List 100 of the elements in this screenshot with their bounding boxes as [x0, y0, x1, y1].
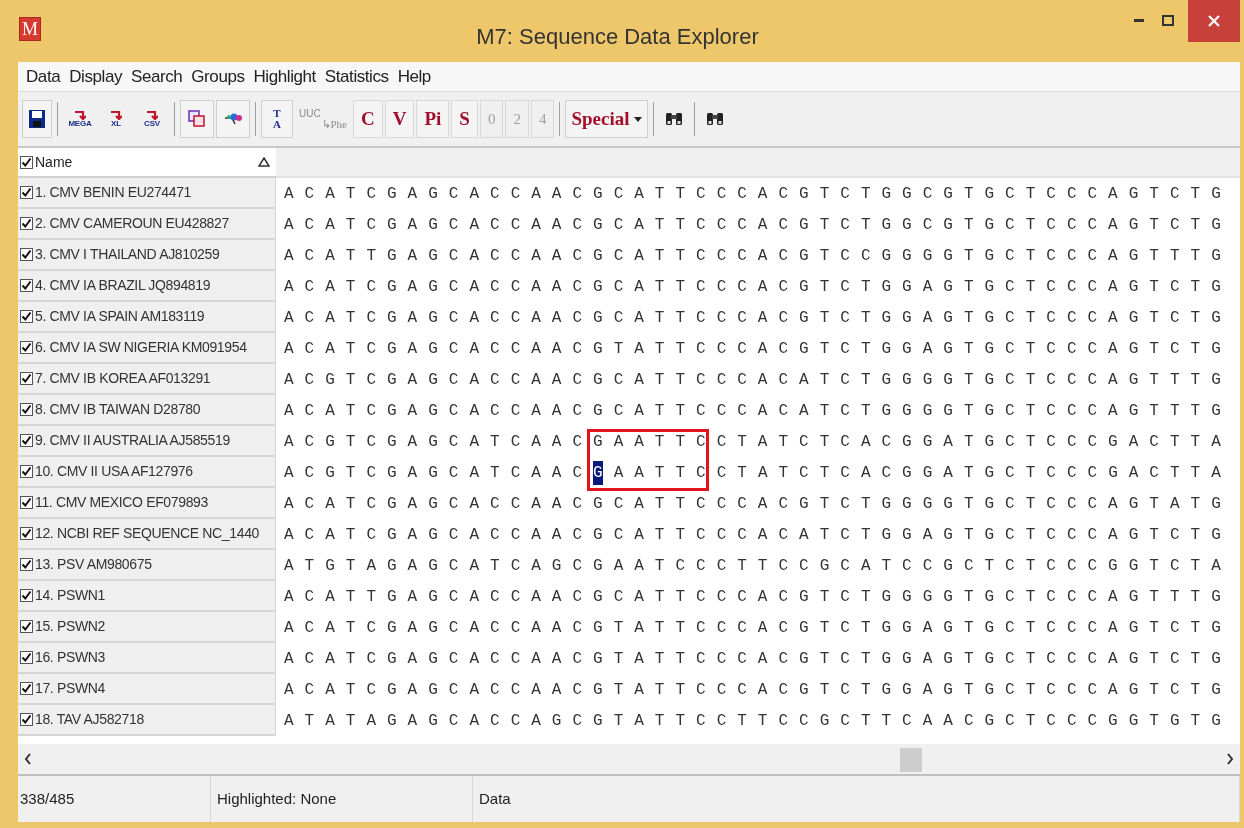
- sequence-text[interactable]: A T G T A G A G C A T C A G C G A A T C C C T T C C G C A T C C G C T C T C C C G G T C T A: [284, 553, 1222, 578]
- sequence-name: 2. CMV CAMEROUN EU428827: [35, 214, 229, 233]
- checkbox[interactable]: [20, 403, 33, 416]
- bent-arrow-icon: [146, 110, 158, 120]
- sequence-name: 14. PSWN1: [35, 586, 105, 605]
- sequence-name: 15. PSWN2: [35, 617, 105, 636]
- menu-item[interactable]: Search: [127, 63, 187, 90]
- minimize-icon: [1134, 18, 1144, 22]
- menu-item[interactable]: Help: [393, 63, 435, 90]
- close-button[interactable]: [1188, 0, 1240, 42]
- sequence-text[interactable]: A C A T C G A G C A C C A A C G T A T T C C C A C G T C T G G A G T G C T C C C A G T C T G: [284, 615, 1222, 640]
- translate-button[interactable]: [216, 100, 250, 138]
- sequence-text[interactable]: A C G T C G A G C A T C A A C: [284, 460, 583, 485]
- checkbox[interactable]: [20, 558, 33, 571]
- column-label: Name: [35, 152, 73, 172]
- name-cell[interactable]: 4. CMV IA BRAZIL JQ894819: [18, 271, 276, 302]
- name-cell[interactable]: 1. CMV BENIN EU274471: [18, 178, 276, 209]
- name-cell[interactable]: 18. TAV AJ582718: [18, 705, 276, 736]
- sequence-name: 6. CMV IA SW NIGERIA KM091954: [35, 338, 247, 357]
- checkbox[interactable]: [20, 682, 33, 695]
- sequence-text[interactable]: A T A T A G A G C A C C A G C G T A T T C C T T C C G C T T C A A C G C T C C C G G T G T G: [284, 708, 1222, 733]
- sequence-text[interactable]: A C A T T G A G C A C C A A C G C A T T C C C A C G T C T G G G G T G C T C C C A G T T T G: [284, 584, 1222, 609]
- name-cell[interactable]: 5. CMV IA SPAIN AM183119: [18, 302, 276, 333]
- sequence-text[interactable]: A A T T C C T A T C T C A C G G A T G C T C C C G A C T T A: [613, 460, 1222, 485]
- sequence-name: 17. PSWN4: [35, 679, 105, 698]
- checkbox[interactable]: [20, 496, 33, 509]
- name-cell[interactable]: 15. PSWN2: [18, 612, 276, 643]
- special-dropdown[interactable]: Special: [565, 100, 648, 138]
- sequence-text[interactable]: A C A T C G A G C A C C A A C G T A T T C C C A C G T C T G G A G T G C T C C C A G T C T G: [284, 677, 1222, 702]
- sequence-text[interactable]: A C A T C G A G C A C C A A C G C A T T C C C A C G T C T G G G G T G C T C C C A G T A T G: [284, 491, 1222, 516]
- app-logo: M: [19, 17, 41, 41]
- status-field: Highlighted: None: [211, 776, 473, 822]
- sequence-text[interactable]: A C A T C G A G C A C C A A C G C A T T C C C A C A T C T G G A G T G C T C C C A G T C T G: [284, 522, 1222, 547]
- sequence-text[interactable]: A C A T C G A G C A C C A A C G T A T T C C C A C G T C T G G A G T G C T C C C A G T C T G: [284, 646, 1222, 671]
- checkbox[interactable]: [20, 341, 33, 354]
- bent-arrow-icon: [110, 110, 122, 120]
- name-cell[interactable]: 3. CMV I THAILAND AJ810259: [18, 240, 276, 271]
- checkbox[interactable]: [20, 465, 33, 478]
- menu-item[interactable]: Data: [22, 63, 65, 90]
- highlight-button[interactable]: C: [353, 100, 383, 138]
- export-button[interactable]: XL: [99, 100, 133, 138]
- sequence-text[interactable]: A C G T C G A G C A T C A A C G A A T T C C T A T C T C A C G G A T G C T C C C G A C T T A: [284, 429, 1222, 454]
- name-cell[interactable]: 2. CMV CAMEROUN EU428827: [18, 209, 276, 240]
- checkbox[interactable]: [20, 434, 33, 447]
- export-button[interactable]: CSV: [135, 100, 169, 138]
- menu-item[interactable]: Display: [65, 63, 126, 90]
- checkbox[interactable]: [20, 527, 33, 540]
- name-cell[interactable]: 13. PSV AM980675: [18, 550, 276, 581]
- checkbox[interactable]: [20, 186, 33, 199]
- sequence-text[interactable]: A C A T C G A G C A C C A A C G C A T T C C C A C A T C T G G G G T G C T C C C A G T T T G: [284, 398, 1222, 423]
- checkbox[interactable]: [20, 372, 33, 385]
- nucleotide-toggle[interactable]: T A: [261, 100, 293, 138]
- checkbox[interactable]: [20, 713, 33, 726]
- scrollbar-thumb[interactable]: [900, 748, 922, 772]
- checkbox[interactable]: [20, 620, 33, 633]
- bent-arrow-icon: [74, 110, 86, 120]
- sequence-text[interactable]: A C A T C G A G C A C C A A C G T A T T C C C A C G T C T G G A G T G C T C C C A G T C T G: [284, 336, 1222, 361]
- sequence-name: 5. CMV IA SPAIN AM183119: [35, 307, 205, 326]
- checkbox[interactable]: [20, 217, 33, 230]
- sequence-text[interactable]: A C A T T G A G C A C C A A C G C A T T C C C A C G T C C G G G G T G C T C C C A G T T T G: [284, 243, 1222, 268]
- name-cell[interactable]: 7. CMV IB KOREA AF013291: [18, 364, 276, 395]
- name-cell[interactable]: 6. CMV IA SW NIGERIA KM091954: [18, 333, 276, 364]
- status-field: 338/485: [18, 776, 211, 822]
- menu-item[interactable]: Highlight: [249, 63, 320, 90]
- selected-base[interactable]: G: [593, 460, 604, 485]
- checkbox[interactable]: [20, 248, 33, 261]
- sequence-name: 13. PSV AM980675: [35, 555, 152, 574]
- status-field: Data: [473, 776, 1240, 822]
- caret-icon: [633, 116, 642, 122]
- name-cell[interactable]: 11. CMV MEXICO EF079893: [18, 488, 276, 519]
- checkbox[interactable]: [20, 310, 33, 323]
- menu-item[interactable]: Statistics: [320, 63, 393, 90]
- name-cell[interactable]: 9. CMV II AUSTRALIA AJ585519: [18, 426, 276, 457]
- highlight-button[interactable]: V: [384, 100, 415, 138]
- name-cell[interactable]: 16. PSWN3: [18, 643, 276, 674]
- sequence-name: 16. PSWN3: [35, 648, 105, 667]
- checkbox[interactable]: [20, 589, 33, 602]
- name-cell[interactable]: 14. PSWN1: [18, 581, 276, 612]
- name-cell[interactable]: 12. NCBI REF SEQUENCE NC_1440: [18, 519, 276, 550]
- sequence-name: 3. CMV I THAILAND AJ810259: [35, 245, 220, 264]
- copy-button[interactable]: [180, 100, 214, 138]
- sequence-text[interactable]: A C A T C G A G C A C C A A C G C A T T C C C A C G T C T G G C G T G C T C C C A G T C T G: [284, 181, 1222, 206]
- name-cell[interactable]: 8. CMV IB TAIWAN D28780: [18, 395, 276, 426]
- sequence-text[interactable]: A C G T C G A G C A C C A A C G C A T T C C C A C A T C T G G G G T G C T C C C A G T T T G: [284, 367, 1222, 392]
- save-button[interactable]: [22, 100, 52, 138]
- checkbox[interactable]: [20, 279, 33, 292]
- window-title: M7: Sequence Data Explorer: [476, 23, 759, 51]
- highlight-button[interactable]: Pi: [416, 100, 450, 138]
- export-button[interactable]: MEGA: [63, 100, 97, 138]
- sequence-text[interactable]: A C A T C G A G C A C C A A C G C A T T C C C A C G T C T G G C G T G C T C C C A G T C T G: [284, 212, 1222, 237]
- menu-item[interactable]: Groups: [187, 63, 249, 90]
- name-cell[interactable]: 10. CMV II USA AF127976: [18, 457, 276, 488]
- sequence-name: 10. CMV II USA AF127976: [35, 462, 193, 481]
- checkbox[interactable]: [20, 651, 33, 664]
- highlight-button[interactable]: S: [451, 100, 478, 138]
- checkbox[interactable]: [20, 155, 33, 169]
- sequence-text[interactable]: A C A T C G A G C A C C A A C G C A T T C C C A C G T C T G G A G T G C T C C C A G T C T G: [284, 305, 1222, 330]
- sequence-name: 18. TAV AJ582718: [35, 710, 144, 729]
- name-cell[interactable]: 17. PSWN4: [18, 674, 276, 705]
- sequence-text[interactable]: A C A T C G A G C A C C A A C G C A T T C C C A C G T C T G G A G T G C T C C C A G T C T G: [284, 274, 1222, 299]
